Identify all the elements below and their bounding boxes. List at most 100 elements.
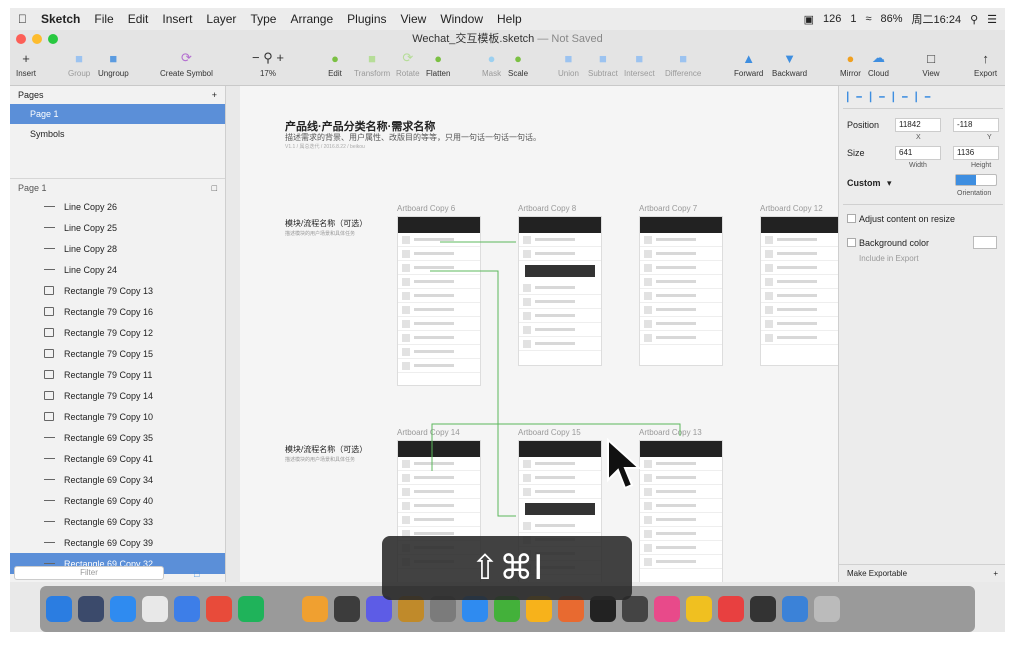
activity-icon[interactable] xyxy=(334,596,360,622)
flatten-button[interactable]: ● Flatten xyxy=(426,50,450,79)
position-x-field[interactable]: 11842 xyxy=(895,118,941,132)
minimize-button[interactable] xyxy=(32,34,42,44)
layer-item[interactable]: Line Copy 25 xyxy=(10,217,225,238)
search-icon[interactable]: ⚲ xyxy=(970,13,978,26)
ungroup-button[interactable]: ■ Ungroup xyxy=(98,50,129,79)
clock[interactable]: 周二16:24 xyxy=(912,11,962,27)
intersect-button[interactable]: ■ Intersect xyxy=(624,50,655,79)
menu-list-icon[interactable]: ☰ xyxy=(987,13,997,26)
preset-select[interactable]: Custom xyxy=(847,178,881,188)
menu-app[interactable]: Sketch xyxy=(41,12,80,26)
screen-record-icon[interactable]: ▣ xyxy=(804,13,814,26)
zoom-icon: − ⚲ + xyxy=(252,50,284,65)
collapse-icon[interactable]: □ xyxy=(212,179,217,196)
app-store-icon[interactable] xyxy=(718,596,744,622)
launchpad-icon[interactable] xyxy=(78,596,104,622)
menu-help[interactable]: Help xyxy=(497,12,522,26)
width-field[interactable]: 641 xyxy=(895,146,941,160)
insert-button[interactable]: + Insert xyxy=(16,50,36,79)
menu-plugins[interactable]: Plugins xyxy=(347,12,386,26)
notification-count[interactable]: 126 xyxy=(823,13,841,25)
facetime-icon[interactable] xyxy=(238,596,264,622)
calendar-icon[interactable] xyxy=(142,596,168,622)
layer-item[interactable]: Line Copy 24 xyxy=(10,259,225,280)
color-swatch[interactable] xyxy=(973,236,997,249)
adjust-checkbox[interactable] xyxy=(847,214,856,223)
trash-icon[interactable] xyxy=(814,596,840,622)
layer-item[interactable]: Line Copy 26 xyxy=(10,196,225,217)
mask-button[interactable]: ● Mask xyxy=(482,50,501,79)
menu-arrange[interactable]: Arrange xyxy=(290,12,333,26)
menu-layer[interactable]: Layer xyxy=(206,12,236,26)
canvas[interactable]: 产品线·产品分类名称·需求名称 描述需求的背景、用户属性、改版目的等等，只用一句… xyxy=(240,86,845,582)
height-field[interactable]: 1136 xyxy=(953,146,999,160)
edit-button[interactable]: ● Edit xyxy=(326,50,344,79)
layer-item[interactable]: Rectangle 69 Copy 35 xyxy=(10,427,225,448)
page-item-page1[interactable]: Page 1 xyxy=(10,104,225,124)
chrome-icon[interactable] xyxy=(206,596,232,622)
make-exportable-bar[interactable]: Make Exportable + xyxy=(839,564,1005,582)
layer-item[interactable]: Rectangle 69 Copy 41 xyxy=(10,448,225,469)
scale-button[interactable]: ● Scale xyxy=(508,50,528,79)
group-button[interactable]: ■ Group xyxy=(68,50,90,79)
page-item-symbols[interactable]: Symbols xyxy=(10,124,225,144)
finder-icon[interactable] xyxy=(46,596,72,622)
layer-item[interactable]: Rectangle 69 Copy 33 xyxy=(10,511,225,532)
include-export-label[interactable]: Include in Export xyxy=(859,254,919,263)
align-icons[interactable]: ┃━┃━┃━┃━ xyxy=(845,92,1000,104)
menu-window[interactable]: Window xyxy=(440,12,483,26)
menu-insert[interactable]: Insert xyxy=(162,12,192,26)
plus-icon[interactable]: + xyxy=(993,565,998,583)
transmit-icon[interactable] xyxy=(686,596,712,622)
help-icon[interactable] xyxy=(270,596,296,622)
menu-type[interactable]: Type xyxy=(250,12,276,26)
mirror-button[interactable]: ● Mirror xyxy=(840,50,861,79)
apple-icon[interactable]:  xyxy=(18,12,27,26)
backward-button[interactable]: ▼ Backward xyxy=(772,50,807,79)
layer-item[interactable]: Rectangle 79 Copy 11 xyxy=(10,364,225,385)
create-symbol-button[interactable]: ⟳ Create Symbol xyxy=(160,50,213,78)
layer-item[interactable]: Rectangle 69 Copy 34 xyxy=(10,469,225,490)
layer-item[interactable]: Rectangle 69 Copy 39 xyxy=(10,532,225,553)
layer-item[interactable]: Rectangle 79 Copy 13 xyxy=(10,280,225,301)
rotate-button[interactable]: ⟳ Rotate xyxy=(396,50,420,78)
transform-button[interactable]: ■ Transform xyxy=(354,50,390,79)
layer-filter-input[interactable]: Filter xyxy=(14,566,164,580)
sublime-icon[interactable] xyxy=(622,596,648,622)
menu-file[interactable]: File xyxy=(94,12,113,26)
add-page-icon[interactable]: + xyxy=(212,86,217,104)
wifi-icon[interactable]: ≈ xyxy=(865,13,871,25)
orientation-toggle[interactable] xyxy=(955,174,997,186)
battery-level[interactable]: 86% xyxy=(881,13,903,25)
zoom-control[interactable]: − ⚲ +17% xyxy=(248,50,288,78)
menu-edit[interactable]: Edit xyxy=(128,12,149,26)
layer-item[interactable]: Rectangle 79 Copy 12 xyxy=(10,322,225,343)
layer-item[interactable]: Rectangle 79 Copy 14 xyxy=(10,385,225,406)
subtract-button[interactable]: ■ Subtract xyxy=(588,50,618,79)
union-button[interactable]: ■ Union xyxy=(558,50,579,79)
zoom-button[interactable] xyxy=(48,34,58,44)
menu-view[interactable]: View xyxy=(401,12,427,26)
layer-item[interactable]: Rectangle 79 Copy 15 xyxy=(10,343,225,364)
bg-color-checkbox[interactable] xyxy=(847,238,856,247)
safari-icon[interactable] xyxy=(110,596,136,622)
difference-button[interactable]: ■ Difference xyxy=(665,50,701,79)
filter-options-icon[interactable]: □ xyxy=(194,569,199,579)
view-button[interactable]: □ View xyxy=(922,50,940,79)
status-count-2[interactable]: 1 xyxy=(850,13,856,25)
group-icon: ■ xyxy=(75,50,84,66)
layer-item[interactable]: Line Copy 28 xyxy=(10,238,225,259)
cloud-button[interactable]: ☁ Cloud xyxy=(868,50,889,78)
qq-icon[interactable] xyxy=(174,596,200,622)
layer-item[interactable]: Rectangle 79 Copy 10 xyxy=(10,406,225,427)
layer-item[interactable]: Rectangle 79 Copy 16 xyxy=(10,301,225,322)
network-icon[interactable] xyxy=(782,596,808,622)
export-button[interactable]: ↑ Export xyxy=(974,50,997,79)
layer-item[interactable]: Rectangle 69 Copy 40 xyxy=(10,490,225,511)
forward-button[interactable]: ▲ Forward xyxy=(734,50,763,79)
photos-icon[interactable] xyxy=(302,596,328,622)
github-icon[interactable] xyxy=(750,596,776,622)
close-button[interactable] xyxy=(16,34,26,44)
itunes-icon[interactable] xyxy=(654,596,680,622)
position-y-field[interactable]: -118 xyxy=(953,118,999,132)
